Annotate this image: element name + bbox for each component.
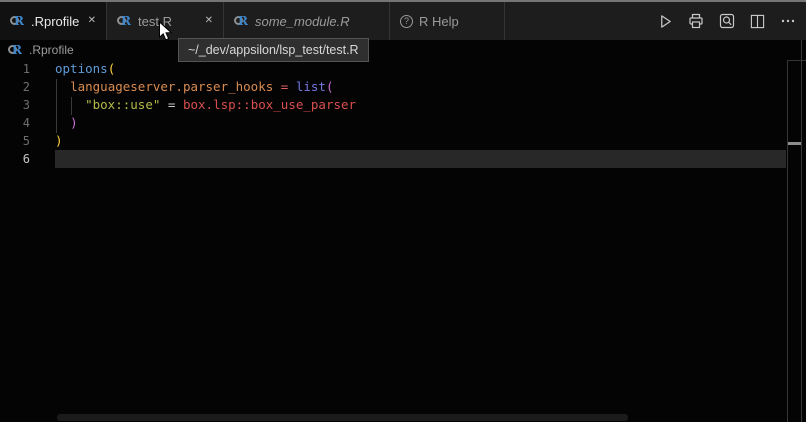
tab-label: .Rprofile	[31, 14, 79, 29]
tab-label: test.R	[138, 14, 172, 29]
split-editor-icon[interactable]	[750, 14, 765, 29]
more-actions-icon[interactable]	[780, 13, 796, 29]
overview-ruler-border	[787, 60, 806, 61]
close-icon[interactable]: ✕	[86, 14, 98, 28]
code-line[interactable]: 2 languageserver.parser_hooks = list(	[0, 78, 786, 96]
line-number: 5	[0, 132, 30, 150]
tab-rprofile[interactable]: R .Rprofile ✕	[0, 2, 107, 40]
overview-ruler-cursor-marker	[788, 142, 801, 145]
tab-test-r[interactable]: R test.R ✕	[107, 2, 224, 40]
code-line[interactable]: 4 )	[0, 114, 786, 132]
r-file-icon: R	[10, 14, 25, 28]
r-file-icon: R	[234, 14, 249, 28]
question-circle-icon: ?	[400, 15, 413, 28]
horizontal-scrollbar[interactable]	[57, 414, 628, 421]
editor-window: R .Rprofile ✕ R test.R ✕ R some_module.R…	[0, 0, 806, 422]
code-text: )	[55, 132, 786, 150]
line-number: 6	[0, 150, 30, 168]
code-text: )	[55, 114, 786, 132]
code-text: languageserver.parser_hooks = list(	[55, 78, 786, 96]
indent-guide	[56, 79, 57, 133]
tab-label: R Help	[419, 14, 459, 29]
tooltip-text: ~/_dev/appsilon/lsp_test/test.R	[188, 43, 359, 57]
code-text	[55, 150, 786, 168]
tab-label: some_module.R	[255, 14, 350, 29]
code-text: options(	[55, 60, 786, 78]
code-line[interactable]: 5)	[0, 132, 786, 150]
open-preview-icon[interactable]	[719, 13, 735, 29]
line-number: 4	[0, 114, 30, 132]
r-file-icon: R	[8, 43, 23, 57]
code-line[interactable]: 1 options(	[0, 60, 786, 78]
editor-actions-toolbar	[658, 2, 796, 40]
line-number: 1	[0, 60, 30, 78]
breadcrumb[interactable]: R .Rprofile	[8, 40, 74, 60]
tab-r-help[interactable]: ? R Help	[390, 2, 505, 40]
code-text: "box::use" = box.lsp::box_use_parser	[55, 96, 786, 114]
pane-right-border	[801, 40, 802, 422]
print-icon[interactable]	[688, 13, 704, 29]
r-file-icon: R	[117, 14, 132, 28]
tab-path-tooltip: ~/_dev/appsilon/lsp_test/test.R	[178, 38, 369, 62]
run-icon[interactable]	[658, 14, 673, 29]
breadcrumb-file-label: .Rprofile	[29, 43, 74, 57]
line-number: 3	[0, 96, 30, 114]
indent-guide	[71, 97, 72, 115]
close-icon[interactable]: ✕	[203, 14, 215, 28]
line-number: 2	[0, 78, 30, 96]
tab-some-module-r[interactable]: R some_module.R	[224, 2, 390, 40]
code-editor[interactable]: 1options(2 languageserver.parser_hooks =…	[0, 60, 786, 422]
code-line[interactable]: 6	[0, 150, 786, 168]
code-line[interactable]: 3 "box::use" = box.lsp::box_use_parser	[0, 96, 786, 114]
overview-ruler-border	[787, 60, 788, 422]
